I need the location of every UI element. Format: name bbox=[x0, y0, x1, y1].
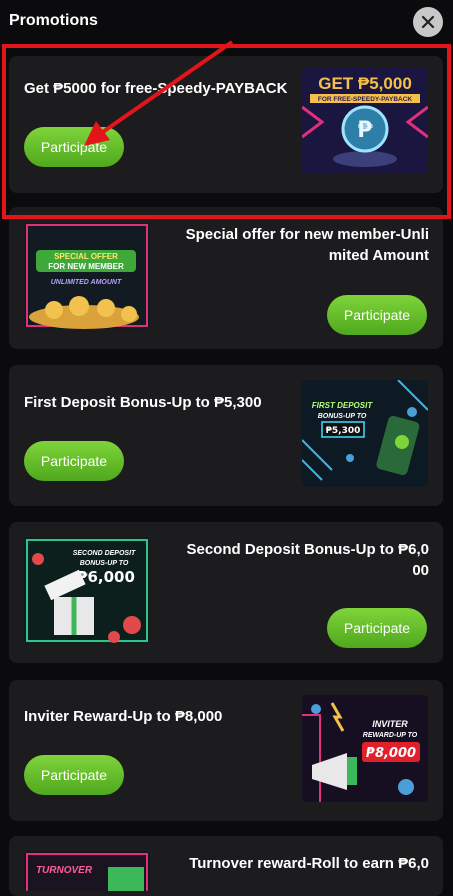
promo-image-line2: REWARD-UP TO bbox=[363, 732, 418, 739]
promo-image: INVITER REWARD-UP TO ₱8,000 bbox=[302, 695, 428, 802]
promo-title: Turnover reward-Roll to earn ₱6,0 bbox=[189, 855, 429, 872]
promo-image-amount: ₱6,000 bbox=[77, 568, 135, 586]
promo-image: SECOND DEPOSIT BONUS-UP TO ₱6,000 bbox=[24, 537, 150, 644]
promo-image-line1: SPECIAL OFFER bbox=[54, 252, 118, 261]
close-button[interactable] bbox=[413, 7, 443, 37]
participate-button[interactable]: Participate bbox=[327, 608, 427, 648]
participate-button[interactable]: Participate bbox=[24, 755, 124, 795]
promo-card: Inviter Reward-Up to ₱8,000 Participate … bbox=[9, 680, 443, 821]
participate-button[interactable]: Participate bbox=[24, 441, 124, 481]
promo-image-subline: FOR FREE-SPEEDY-PAYBACK bbox=[318, 96, 413, 103]
promo-image: TURNOVER bbox=[24, 851, 150, 891]
promo-card: SECOND DEPOSIT BONUS-UP TO ₱6,000 Second… bbox=[9, 522, 443, 663]
promo-card: SPECIAL OFFER FOR NEW MEMBER UNLIMITED A… bbox=[9, 207, 443, 349]
promo-card: Get ₱5000 for free-Speedy-PAYBACK Partic… bbox=[9, 56, 443, 193]
promo-image: FIRST DEPOSIT BONUS-UP TO ₱5,300 bbox=[302, 380, 428, 487]
promo-image-line2: BONUS-UP TO bbox=[80, 560, 129, 567]
close-icon bbox=[421, 15, 435, 29]
promo-image-headline: GET ₱5,000 bbox=[318, 74, 412, 93]
promo-image-line1: FIRST DEPOSIT bbox=[312, 401, 374, 410]
promo-image: GET ₱5,000 FOR FREE-SPEEDY-PAYBACK ₱ bbox=[302, 67, 428, 174]
promo-image-line2: BONUS-UP TO bbox=[318, 413, 367, 420]
header: Promotions bbox=[0, 0, 453, 42]
page-title: Promotions bbox=[9, 12, 98, 29]
participate-button[interactable]: Participate bbox=[24, 127, 124, 167]
promo-card: TURNOVER Turnover reward-Roll to earn ₱6… bbox=[9, 836, 443, 896]
promo-title: First Deposit Bonus-Up to ₱5,300 bbox=[24, 394, 262, 411]
promo-title: Inviter Reward-Up to ₱8,000 bbox=[24, 708, 223, 725]
promo-title: Special offer for new member-Unli mited … bbox=[185, 226, 429, 264]
promo-title: Get ₱5000 for free-Speedy-PAYBACK bbox=[24, 80, 288, 97]
promo-image-amount: ₱8,000 bbox=[366, 746, 416, 761]
promo-image-line1: INVITER bbox=[372, 719, 408, 729]
peso-coin-icon: ₱ bbox=[357, 118, 373, 143]
promo-card: First Deposit Bonus-Up to ₱5,300 Partici… bbox=[9, 365, 443, 506]
promo-image-line3: UNLIMITED AMOUNT bbox=[51, 279, 122, 286]
promo-image-line1: SECOND DEPOSIT bbox=[73, 550, 136, 557]
participate-button[interactable]: Participate bbox=[327, 295, 427, 335]
promo-image-line1: TURNOVER bbox=[36, 865, 93, 876]
promo-title: Second Deposit Bonus-Up to ₱6,0 00 bbox=[186, 541, 429, 579]
promo-image-line2: FOR NEW MEMBER bbox=[48, 262, 124, 271]
promo-image: SPECIAL OFFER FOR NEW MEMBER UNLIMITED A… bbox=[24, 222, 150, 329]
promo-image-amount: ₱5,300 bbox=[326, 426, 361, 436]
